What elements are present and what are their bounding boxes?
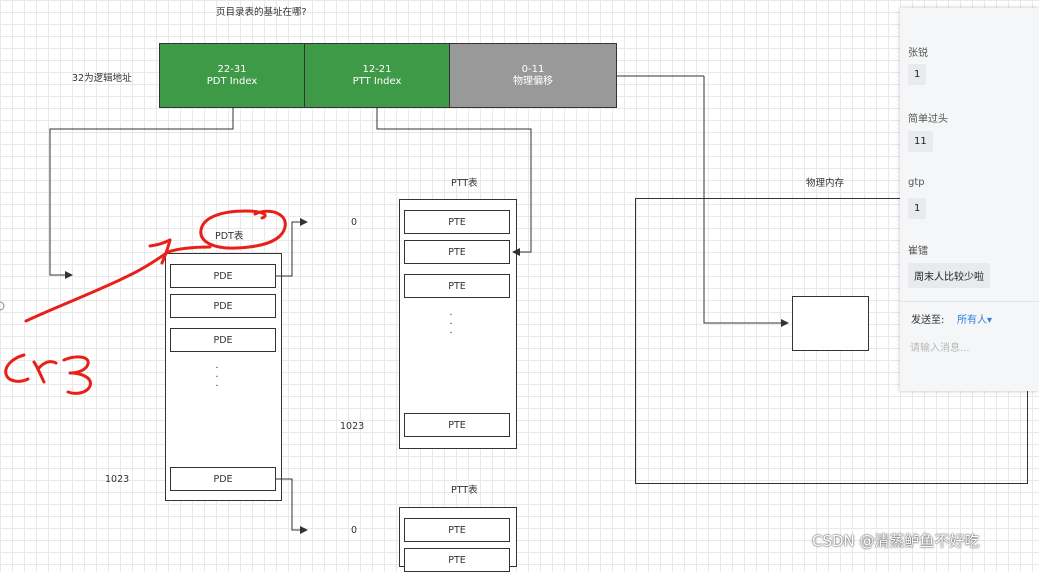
red-cr3-c (4, 353, 30, 383)
send-to-select[interactable]: 所有人▾ (957, 311, 992, 326)
chat-message: 1 (908, 64, 927, 85)
pdt-index-arrow (49, 108, 234, 279)
chat-username: 张锐 (908, 48, 928, 59)
connector-lines (0, 75, 789, 534)
chat-panel: 张锐 1 简单过头 11 gtp 1 崔镭 周末人比较少啦 发送至: 所有人▾ … (900, 8, 1039, 391)
chat-username: gtp (908, 177, 925, 188)
offset-arrow (703, 76, 789, 327)
pde-first-arrow (276, 218, 308, 277)
red-arrow-line (24, 245, 212, 323)
chat-input[interactable]: 请输入消息... (910, 339, 1030, 369)
chat-message: 周末人比较少啦 (908, 263, 990, 288)
chat-message: 11 (908, 131, 933, 152)
send-to-label: 发送至: (911, 315, 945, 326)
red-annotation (4, 209, 287, 395)
chat-message: 1 (908, 198, 927, 219)
red-circle (199, 209, 287, 250)
ptt-index-arrow (376, 108, 532, 256)
chat-username: 简单过头 (908, 114, 948, 125)
red-cr3-r (32, 360, 58, 384)
red-arrowhead (148, 238, 172, 265)
chat-username: 崔镭 (908, 246, 928, 257)
chat-send-row (900, 301, 1039, 302)
red-cr3-3 (62, 355, 92, 395)
pde-last-arrow (276, 478, 308, 534)
watermark: CSDN @清蒸鲈鱼不好吃 (812, 532, 980, 550)
